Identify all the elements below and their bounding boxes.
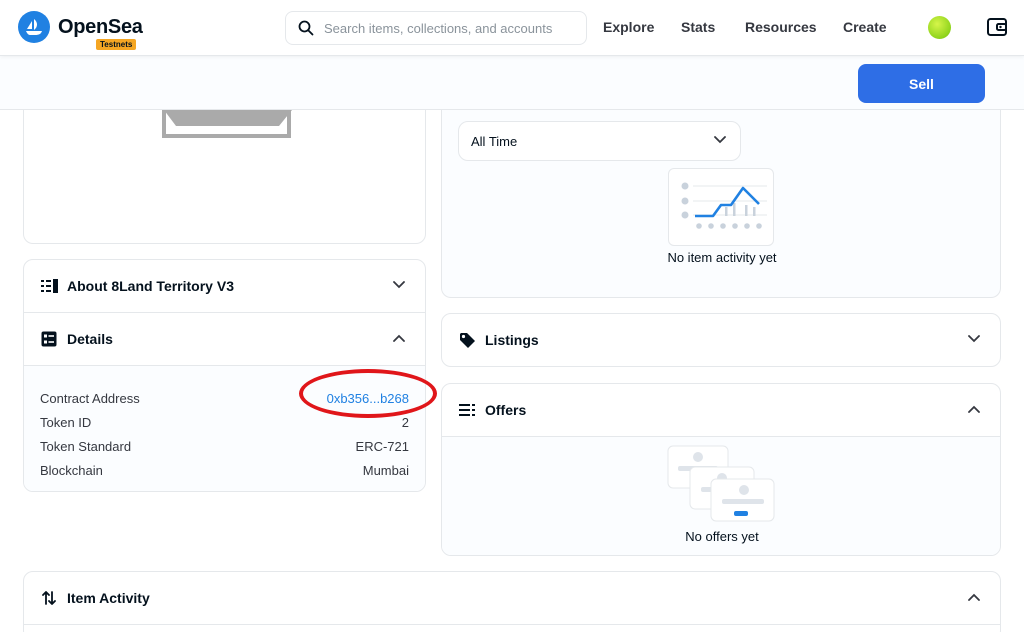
detail-label: Token Standard — [40, 438, 132, 454]
offers-icon — [458, 401, 476, 419]
chevron-up-icon — [968, 405, 980, 413]
chevron-down-icon — [714, 136, 726, 144]
details-title: Details — [67, 331, 113, 347]
offers-header[interactable]: Offers — [442, 384, 1000, 436]
testnets-badge: Testnets — [96, 39, 137, 50]
chevron-up-icon — [393, 334, 405, 342]
detail-row-blockchain: Blockchain Mumbai — [40, 458, 409, 482]
period-select[interactable]: All Time — [458, 121, 741, 161]
sell-button[interactable]: Sell — [858, 64, 985, 103]
list-icon — [40, 277, 58, 295]
detail-label: Blockchain — [40, 462, 103, 478]
owner-action-bar: Sell — [0, 56, 1024, 110]
chevron-up-icon — [968, 593, 980, 601]
period-select-value: All Time — [471, 133, 518, 149]
chevron-down-icon — [393, 281, 405, 289]
item-activity-header[interactable]: Item Activity — [24, 572, 1000, 624]
about-header[interactable]: About 8Land Territory V3 — [24, 260, 425, 312]
nav-explore[interactable]: Explore — [603, 19, 654, 35]
top-header: OpenSea Testnets Explore Stats Resources… — [0, 0, 1024, 56]
nft-image-panel — [23, 96, 426, 244]
chevron-down-icon — [968, 335, 980, 343]
profile-avatar[interactable] — [928, 16, 951, 39]
nav-create[interactable]: Create — [843, 19, 887, 35]
detail-value: Mumbai — [362, 462, 409, 478]
annotation-highlight-ring — [299, 369, 437, 418]
item-activity-panel: Item Activity — [23, 571, 1001, 632]
detail-value: 2 — [401, 414, 409, 430]
search-bar[interactable] — [285, 11, 587, 45]
detail-label: Contract Address — [40, 390, 140, 406]
detail-label: Token ID — [40, 414, 92, 430]
empty-offers-illustration — [667, 445, 775, 522]
about-title: About 8Land Territory V3 — [67, 278, 234, 294]
nav-resources[interactable]: Resources — [745, 19, 817, 35]
no-offers-text: No offers yet — [685, 529, 759, 544]
listings-panel: Listings — [441, 313, 1001, 367]
search-icon — [298, 20, 314, 36]
details-icon — [40, 330, 58, 348]
brand-name: OpenSea — [58, 15, 143, 38]
empty-chart-illustration — [668, 168, 774, 246]
offers-body: No offers yet — [442, 437, 1000, 555]
offers-panel: Offers No offers yet — [441, 383, 1001, 556]
swap-arrows-icon — [40, 589, 58, 607]
listings-header[interactable]: Listings — [442, 314, 1000, 366]
price-history-panel: All Time No item activity yet — [441, 96, 1001, 298]
listings-title: Listings — [485, 332, 539, 348]
offers-title: Offers — [485, 402, 527, 418]
search-input[interactable] — [324, 20, 574, 36]
opensea-logo-icon — [18, 11, 50, 43]
item-activity-title: Item Activity — [67, 590, 150, 606]
nav-stats[interactable]: Stats — [681, 19, 715, 35]
tag-icon — [458, 331, 476, 349]
details-header[interactable]: Details — [24, 313, 425, 365]
detail-value: ERC-721 — [355, 438, 409, 454]
wallet-icon[interactable] — [986, 16, 1008, 38]
detail-row-token-standard: Token Standard ERC-721 — [40, 434, 409, 458]
divider — [24, 624, 1000, 625]
no-activity-text: No item activity yet — [667, 250, 777, 265]
